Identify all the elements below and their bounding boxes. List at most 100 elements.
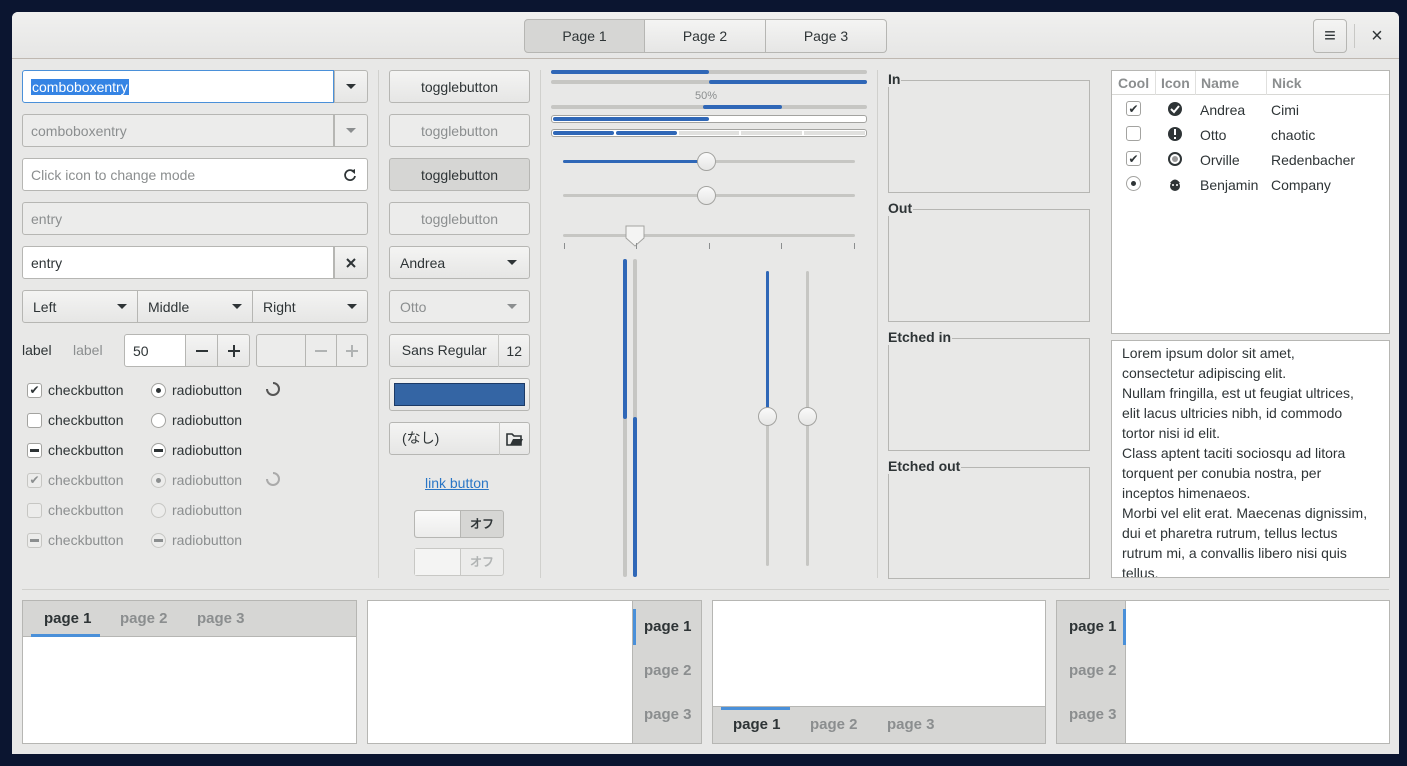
header-divider xyxy=(1155,71,1156,95)
color-button[interactable] xyxy=(389,378,530,411)
progress-fill xyxy=(553,117,709,121)
close-button[interactable]: × xyxy=(1362,19,1392,53)
notebook-left-tab-2[interactable]: page 2 xyxy=(1069,662,1117,679)
text-entry[interactable]: entry xyxy=(22,246,334,279)
hscale-2-knob[interactable] xyxy=(697,186,716,205)
menu-button[interactable]: ≡ xyxy=(1313,19,1347,53)
combo-middle[interactable]: Middle xyxy=(137,290,253,323)
vscale-1-knob[interactable] xyxy=(758,407,777,426)
combo-otto-disabled: Otto xyxy=(389,290,530,323)
spin-increment-button[interactable] xyxy=(217,334,250,367)
horizontal-separator xyxy=(22,589,1389,590)
notebook-left-tab-1[interactable]: page 1 xyxy=(1069,618,1117,635)
stack-tab-page-3[interactable]: Page 3 xyxy=(766,19,887,53)
switch-handle xyxy=(415,511,461,537)
checkbutton-inconsistent[interactable]: checkbutton xyxy=(27,442,124,458)
togglebutton-3-active[interactable]: togglebutton xyxy=(389,158,530,191)
notebook-right-tab-2[interactable]: page 2 xyxy=(644,662,692,679)
link-button[interactable]: link button xyxy=(425,475,489,491)
radiobutton-inconsistent[interactable]: radiobutton xyxy=(151,442,242,458)
notebook-right-tab-1[interactable]: page 1 xyxy=(644,618,692,635)
exclamation-circle-icon xyxy=(1168,127,1182,141)
progress-bar-2 xyxy=(551,80,867,84)
radiobutton-selected[interactable]: radiobutton xyxy=(151,382,242,398)
radiobutton-label: radiobutton xyxy=(172,502,243,518)
tree-row[interactable]: ✔ Orville Redenbacher xyxy=(1112,148,1389,173)
checkbutton-inconsistent-disabled: checkbutton xyxy=(27,532,124,548)
radio-selected-icon[interactable] xyxy=(1126,176,1141,191)
file-chooser-button[interactable]: (なし) xyxy=(389,422,530,455)
mode-entry[interactable]: Click icon to change mode xyxy=(22,158,368,191)
column-header-nick[interactable]: Nick xyxy=(1272,75,1302,91)
font-button[interactable]: Sans Regular 12 xyxy=(389,334,530,367)
checkbox-unchecked-icon xyxy=(27,502,42,518)
notebook-top-tab-2[interactable]: page 2 xyxy=(120,610,168,627)
vscale-2-knob[interactable] xyxy=(798,407,817,426)
radio-inconsistent-icon xyxy=(151,442,166,458)
scale-tick xyxy=(636,243,637,249)
checkbutton-unchecked[interactable]: checkbutton xyxy=(27,412,124,428)
spin-button-value[interactable]: 50 xyxy=(124,334,186,367)
text-line: rutrum mi, a convallis libero nisi quis xyxy=(1122,545,1347,561)
notebook-top-tab-1[interactable]: page 1 xyxy=(44,610,92,627)
tree-row[interactable]: ✔ Andrea Cimi xyxy=(1112,98,1389,123)
switch-off[interactable]: オフ xyxy=(414,510,504,538)
scale-tick xyxy=(781,243,782,249)
radiobutton-unselected[interactable]: radiobutton xyxy=(151,412,242,428)
combo-right[interactable]: Right xyxy=(252,290,368,323)
column-header-cool[interactable]: Cool xyxy=(1118,75,1149,91)
notebook-left-tab-3[interactable]: page 3 xyxy=(1069,706,1117,723)
combo-andrea[interactable]: Andrea xyxy=(389,246,530,279)
spin-decrement-button[interactable] xyxy=(185,334,218,367)
tree-row[interactable]: Otto chaotic xyxy=(1112,123,1389,148)
progress-fill xyxy=(709,80,867,84)
clear-entry-button[interactable] xyxy=(334,246,368,279)
minus-icon xyxy=(195,349,208,352)
column-separator xyxy=(877,70,878,578)
checkbox-unchecked-icon xyxy=(27,412,42,428)
togglebutton-4-disabled: togglebutton xyxy=(389,202,530,235)
notebook-bottom-tab-1[interactable]: page 1 xyxy=(733,716,781,733)
tree-row[interactable]: Benjamin Company xyxy=(1112,173,1389,198)
checkbutton-checked[interactable]: ✔ checkbutton xyxy=(27,382,124,398)
clear-icon xyxy=(346,257,356,268)
combo-left[interactable]: Left xyxy=(22,290,138,323)
togglebutton-1[interactable]: togglebutton xyxy=(389,70,530,103)
checkbutton-label: checkbutton xyxy=(48,532,124,548)
checkbox-checked-icon[interactable]: ✔ xyxy=(1126,151,1141,166)
progress-bar-4 xyxy=(551,115,867,123)
switch-handle xyxy=(415,549,461,575)
combo-right-label: Right xyxy=(263,298,296,315)
spinner-icon xyxy=(266,472,280,486)
column-header-icon[interactable]: Icon xyxy=(1161,75,1190,91)
row-name: Otto xyxy=(1200,127,1227,143)
text-view[interactable]: Lorem ipsum dolor sit amet, consectetur … xyxy=(1111,340,1390,578)
checkbox-unchecked-icon[interactable] xyxy=(1126,126,1141,141)
stack-tab-page-1[interactable]: Page 1 xyxy=(524,19,645,53)
header-divider xyxy=(1195,71,1196,95)
notebook-top-tab-3[interactable]: page 3 xyxy=(197,610,245,627)
font-size: 12 xyxy=(506,342,522,359)
level-segment xyxy=(678,131,740,135)
tab-active-indicator xyxy=(31,634,100,637)
notebook-bottom-tab-3[interactable]: page 3 xyxy=(887,716,935,733)
stack-tab-page-2[interactable]: Page 2 xyxy=(645,19,766,53)
notebook-right-tab-3[interactable]: page 3 xyxy=(644,706,692,723)
row-nick: Redenbacher xyxy=(1271,152,1356,168)
radiobutton-inconsistent-disabled: radiobutton xyxy=(151,532,242,548)
folder-open-icon xyxy=(506,432,523,446)
notebook-bottom-tab-2[interactable]: page 2 xyxy=(810,716,858,733)
column-header-name[interactable]: Name xyxy=(1201,75,1239,91)
chevron-down-icon xyxy=(117,303,127,309)
checkbox-checked-icon: ✔ xyxy=(27,472,42,488)
hscale-1-knob[interactable] xyxy=(697,152,716,171)
color-swatch xyxy=(394,383,525,406)
checkbutton-label: checkbutton xyxy=(48,472,124,488)
hscale-3-knob[interactable] xyxy=(625,225,645,247)
combo-entry-1-dropdown[interactable] xyxy=(334,70,368,103)
checkbox-checked-icon[interactable]: ✔ xyxy=(1126,101,1141,116)
refresh-icon[interactable] xyxy=(343,168,357,182)
combo-entry-1-field[interactable]: comboboxentry xyxy=(22,70,334,103)
tree-view: Cool Icon Name Nick ✔ Andrea Cimi Otto c… xyxy=(1111,70,1390,334)
plus-icon xyxy=(346,344,358,357)
